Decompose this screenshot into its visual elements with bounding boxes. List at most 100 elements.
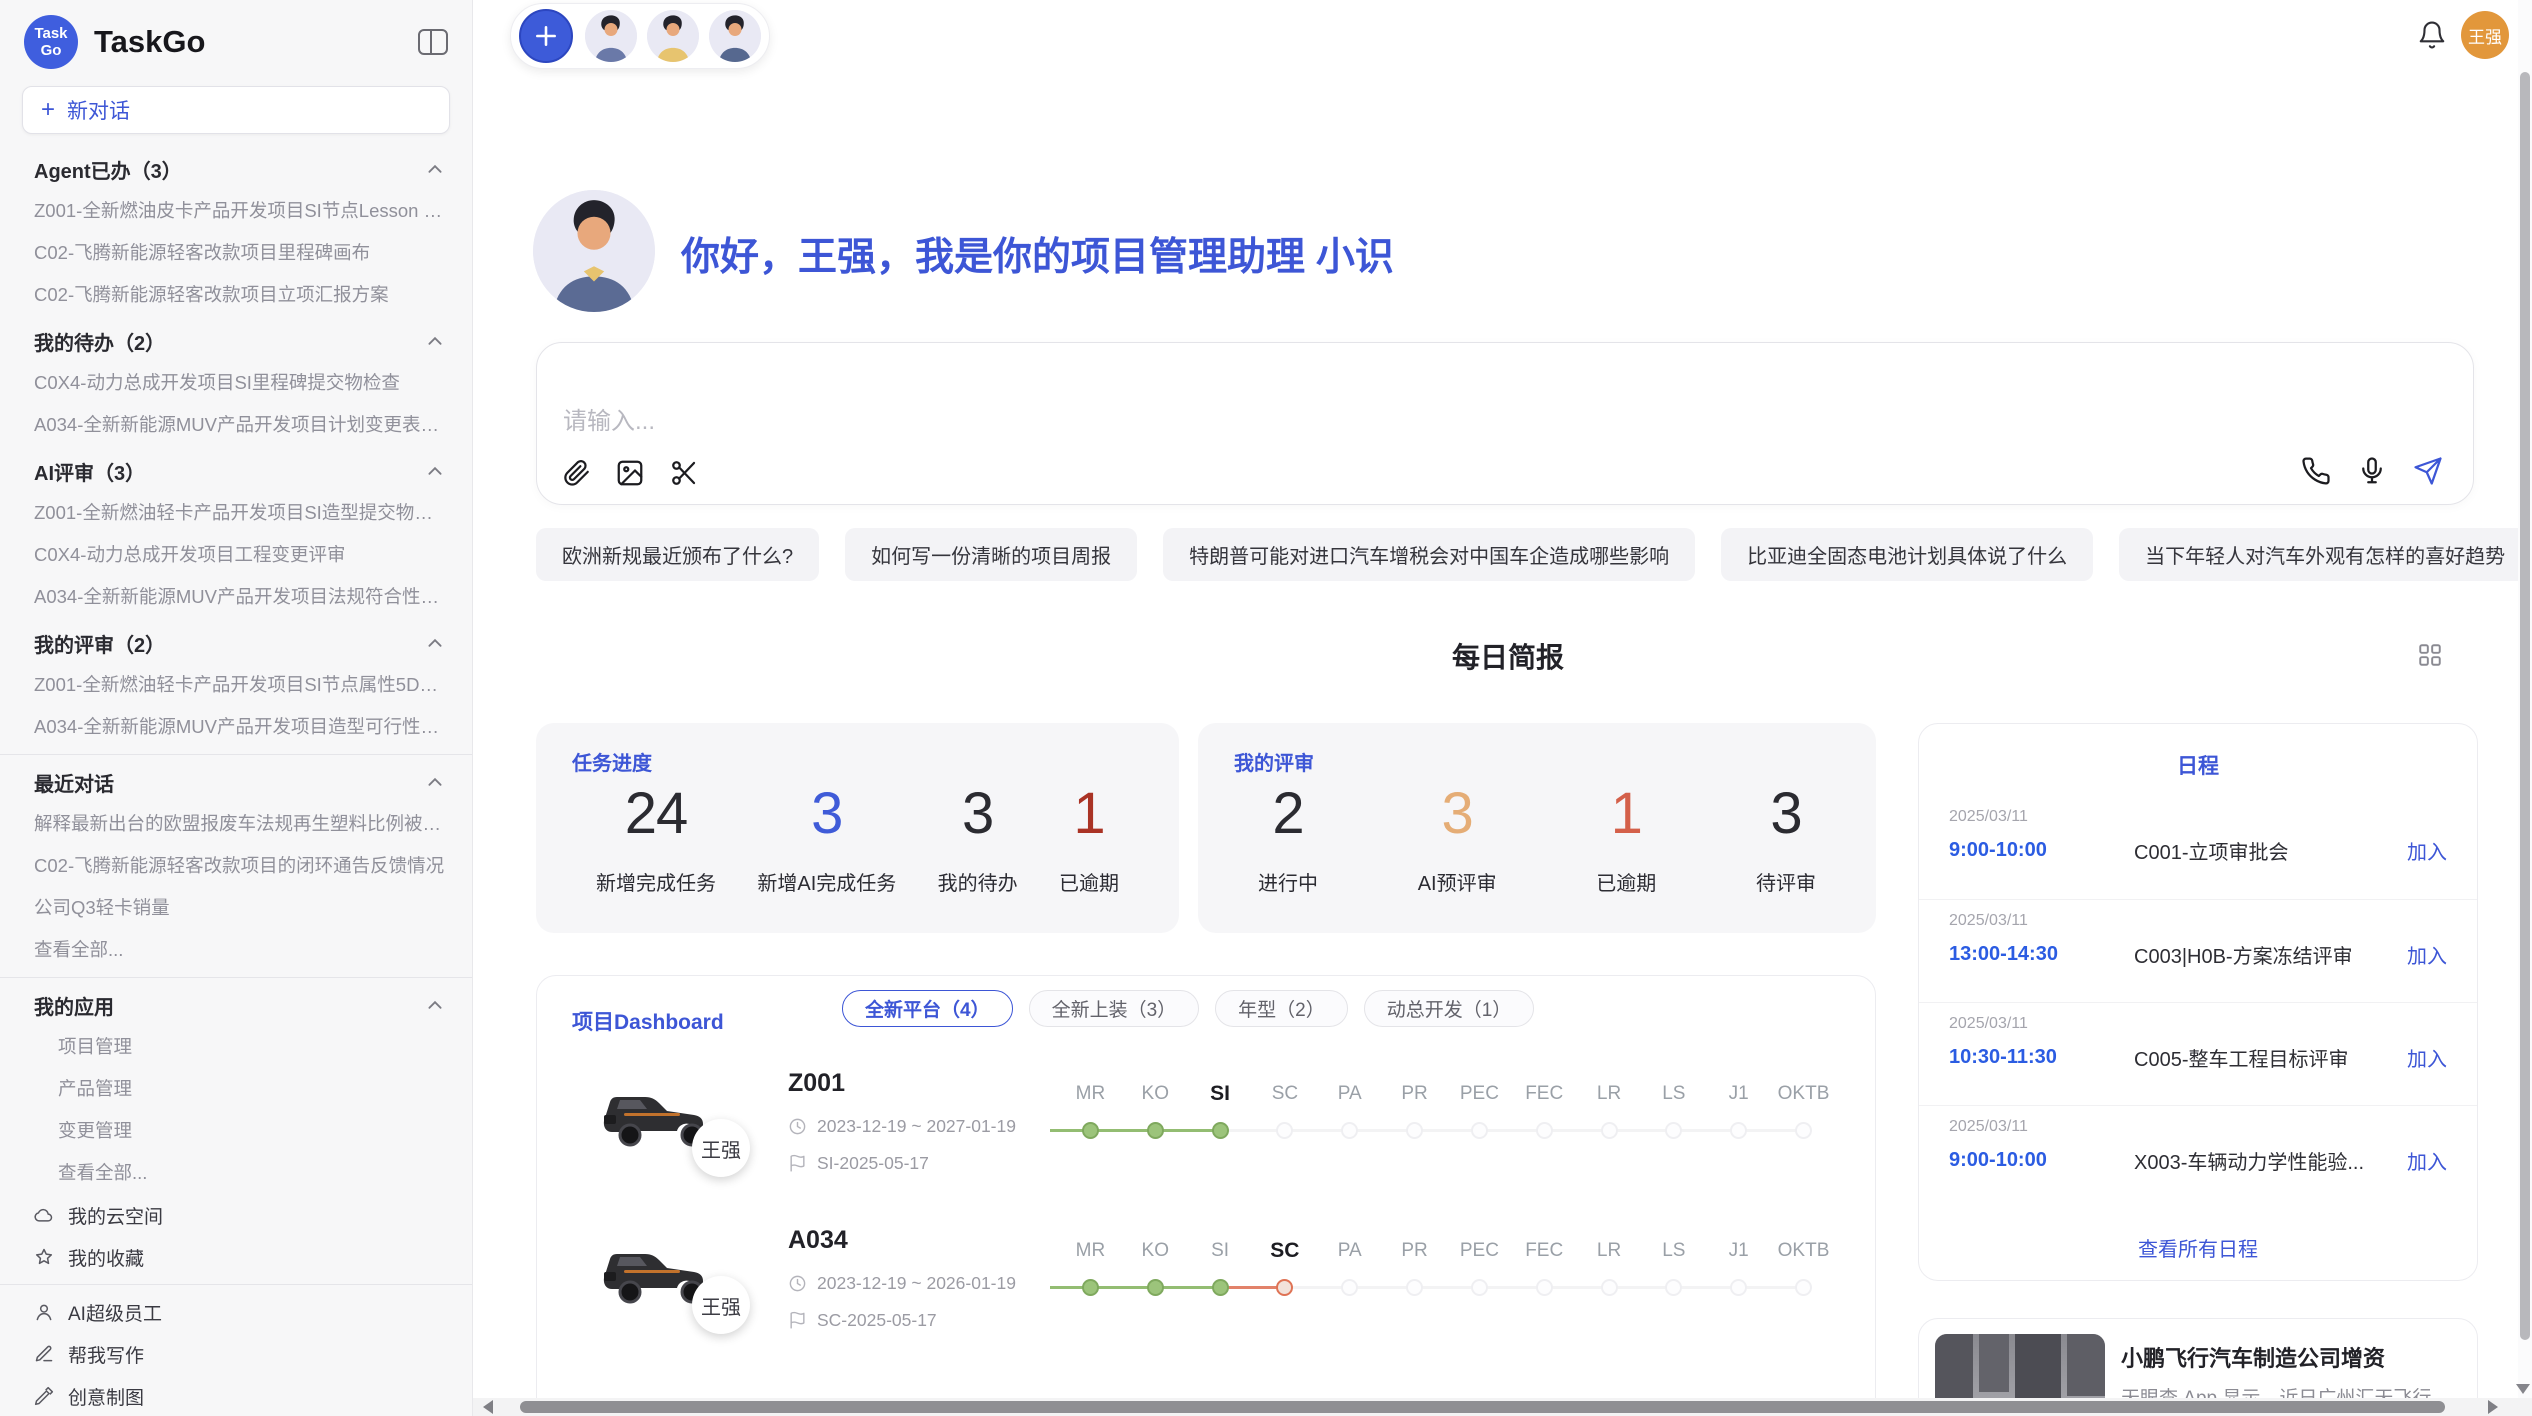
schedule-join-link[interactable]: 加入 <box>2407 940 2447 969</box>
dashboard-tab[interactable]: 全新平台（4） <box>842 990 1013 1027</box>
milestone-pec: PEC <box>1447 1236 1512 1326</box>
schedule-name: X003-车辆动力学性能验... <box>2134 1146 2391 1175</box>
milestone-connector <box>1479 1286 1544 1289</box>
agent-avatar[interactable] <box>585 10 637 62</box>
briefing-stat: 2进行中 <box>1258 780 1318 896</box>
sidebar-recent-item[interactable]: C02-飞腾新能源轻客改款项目的闭环通告反馈情况 <box>0 845 472 887</box>
milestone-label: J1 <box>1706 1236 1771 1266</box>
milestone-label: PEC <box>1447 1236 1512 1266</box>
suggestion-chip[interactable]: 当下年轻人对汽车外观有怎样的喜好趋势 <box>2119 528 2531 581</box>
dashboard-tabs: 全新平台（4） 全新上装（3） 年型（2） 动总开发（1） <box>842 990 1534 1027</box>
schedule-join-link[interactable]: 加入 <box>2407 1043 2447 1072</box>
sidebar-section-header[interactable]: AI评审（3） <box>0 450 472 492</box>
schedule-join-link[interactable]: 加入 <box>2407 1146 2447 1175</box>
suggestion-chip[interactable]: 比亚迪全固态电池计划具体说了什么 <box>1721 528 2093 581</box>
sidebar-app-item[interactable]: 产品管理 <box>0 1068 472 1110</box>
milestone-pa: PA <box>1317 1079 1382 1169</box>
view-all-schedule-link[interactable]: 查看所有日程 <box>1919 1233 2477 1262</box>
schedule-time: 10:30-11:30 <box>1949 1046 2104 1069</box>
milestone-label: SC <box>1252 1079 1317 1109</box>
sidebar-item[interactable]: C0X4-动力总成开发项目SI里程碑提交物检查 <box>0 362 472 404</box>
dashboard-tab[interactable]: 动总开发（1） <box>1364 990 1535 1027</box>
agent-avatar[interactable] <box>709 10 761 62</box>
sidebar-item[interactable]: C0X4-动力总成开发项目工程变更评审 <box>0 534 472 576</box>
notification-bell-icon[interactable] <box>2417 20 2447 50</box>
sidebar-section-header[interactable]: Agent已办（3） <box>0 148 472 190</box>
milestone-dot <box>1730 1279 1747 1296</box>
brush-icon <box>34 1386 54 1406</box>
horizontal-scrollbar-thumb[interactable] <box>520 1401 2445 1413</box>
briefing-stat: 1已逾期 <box>1059 780 1119 896</box>
milestone-connector <box>1415 1286 1480 1289</box>
project-dates-text: 2023-12-19 ~ 2027-01-19 <box>817 1116 1016 1137</box>
sidebar-recent-item[interactable]: 查看全部... <box>0 929 472 971</box>
sidebar-item[interactable]: A034-全新新能源MUV产品开发项目法规符合性评审 <box>0 576 472 618</box>
sidebar-item[interactable]: Z001-全新燃油皮卡产品开发项目SI节点Lesson Learn报告 <box>0 190 472 232</box>
sidebar-tool-item[interactable]: AI超级员工 <box>0 1291 472 1333</box>
sidebar-app-item[interactable]: 项目管理 <box>0 1026 472 1068</box>
scroll-right-arrow-icon[interactable] <box>2488 1400 2498 1414</box>
sidebar-recent-item[interactable]: 公司Q3轻卡销量 <box>0 887 472 929</box>
sidebar-section-header[interactable]: 我的评审（2） <box>0 622 472 664</box>
sidebar-app-item[interactable]: 变更管理 <box>0 1110 472 1152</box>
scroll-left-arrow-icon[interactable] <box>483 1400 493 1414</box>
phone-call-icon[interactable] <box>2301 456 2331 486</box>
composer[interactable]: 请输入... <box>536 342 2474 505</box>
sidebar-tool-item[interactable]: 帮我写作 <box>0 1333 472 1375</box>
vertical-scrollbar-thumb[interactable] <box>2520 72 2530 1340</box>
schedule-title: 日程 <box>1919 750 2477 780</box>
horizontal-scrollbar[interactable] <box>473 1398 2532 1416</box>
sidebar-section-header[interactable]: 我的应用 <box>0 984 472 1026</box>
sidebar-link-label: 创意制图 <box>68 1383 144 1410</box>
microphone-icon[interactable] <box>2357 456 2387 486</box>
sidebar-item[interactable]: A034-全新新能源MUV产品开发项目计划变更表编写 <box>0 404 472 446</box>
project-dates: 2023-12-19 ~ 2026-01-19 <box>788 1273 1016 1294</box>
sidebar-item[interactable]: A034-全新新能源MUV产品开发项目造型可行性评审 <box>0 706 472 748</box>
dashboard-tab[interactable]: 全新上装（3） <box>1029 990 1200 1027</box>
agent-avatar[interactable] <box>647 10 699 62</box>
sidebar-item[interactable]: Z001-全新燃油轻卡产品开发项目SI造型提交物评审 <box>0 492 472 534</box>
sidebar-quick-link[interactable]: 我的收藏 <box>0 1236 472 1278</box>
project-flag-text: SI-2025-05-17 <box>817 1153 929 1174</box>
chevron-up-icon <box>426 996 444 1014</box>
milestone-connector <box>1674 1286 1739 1289</box>
milestone-dot <box>1601 1279 1618 1296</box>
suggestion-chip[interactable]: 特朗普可能对进口汽车增税会对中国车企造成哪些影响 <box>1163 528 1695 581</box>
user-avatar[interactable]: 王强 <box>2461 11 2509 59</box>
add-agent-button[interactable] <box>519 9 573 63</box>
project-owner-badge: 王强 <box>692 1276 750 1334</box>
sidebar-tool-item[interactable]: 创意制图 <box>0 1375 472 1416</box>
project-flag: SI-2025-05-17 <box>788 1153 929 1174</box>
sidebar-item[interactable]: C02-飞腾新能源轻客改款项目里程碑画布 <box>0 232 472 274</box>
milestone-dot <box>1730 1122 1747 1139</box>
schedule-join-link[interactable]: 加入 <box>2407 836 2447 865</box>
attachment-icon[interactable] <box>561 458 591 488</box>
new-chat-button[interactable]: + 新对话 <box>22 86 450 134</box>
vertical-scrollbar[interactable] <box>2518 0 2532 1398</box>
milestone-label: PA <box>1317 1079 1382 1109</box>
scroll-down-arrow-icon[interactable] <box>2516 1384 2530 1394</box>
sidebar-quick-link[interactable]: 我的云空间 <box>0 1194 472 1236</box>
sidebar-section-header[interactable]: 最近对话 <box>0 761 472 803</box>
scissors-icon[interactable] <box>669 458 699 488</box>
stat-label: 新增AI完成任务 <box>757 867 896 896</box>
send-icon[interactable] <box>2413 456 2443 486</box>
suggestion-chip[interactable]: 如何写一份清晰的项目周报 <box>845 528 1137 581</box>
layout-grid-icon[interactable] <box>2417 642 2443 668</box>
schedule-date: 2025/03/11 <box>1949 912 2447 930</box>
sidebar-section-header[interactable]: 我的待办（2） <box>0 320 472 362</box>
schedule-card: 日程 2025/03/119:00-10:00C001-立项审批会加入2025/… <box>1918 723 2478 1281</box>
sidebar-recent-item[interactable]: 解释最新出台的欧盟报废车法规再生塑料比例被调至15%... <box>0 803 472 845</box>
milestone-label: PR <box>1382 1079 1447 1109</box>
sidebar-item[interactable]: C02-飞腾新能源轻客改款项目立项汇报方案 <box>0 274 472 316</box>
sidebar-app-item[interactable]: 查看全部... <box>0 1152 472 1194</box>
sidebar-collapse-icon[interactable] <box>418 29 448 55</box>
chevron-up-icon <box>426 634 444 652</box>
briefing-card-title: 任务进度 <box>572 747 1143 776</box>
suggestion-chip[interactable]: 欧洲新规最近颁布了什么? <box>536 528 819 581</box>
milestone-label: J1 <box>1706 1079 1771 1109</box>
sidebar-item[interactable]: Z001-全新燃油轻卡产品开发项目SI节点属性5D文件评审 <box>0 664 472 706</box>
image-icon[interactable] <box>615 458 645 488</box>
milestone-label: PR <box>1382 1236 1447 1266</box>
dashboard-tab[interactable]: 年型（2） <box>1215 990 1348 1027</box>
